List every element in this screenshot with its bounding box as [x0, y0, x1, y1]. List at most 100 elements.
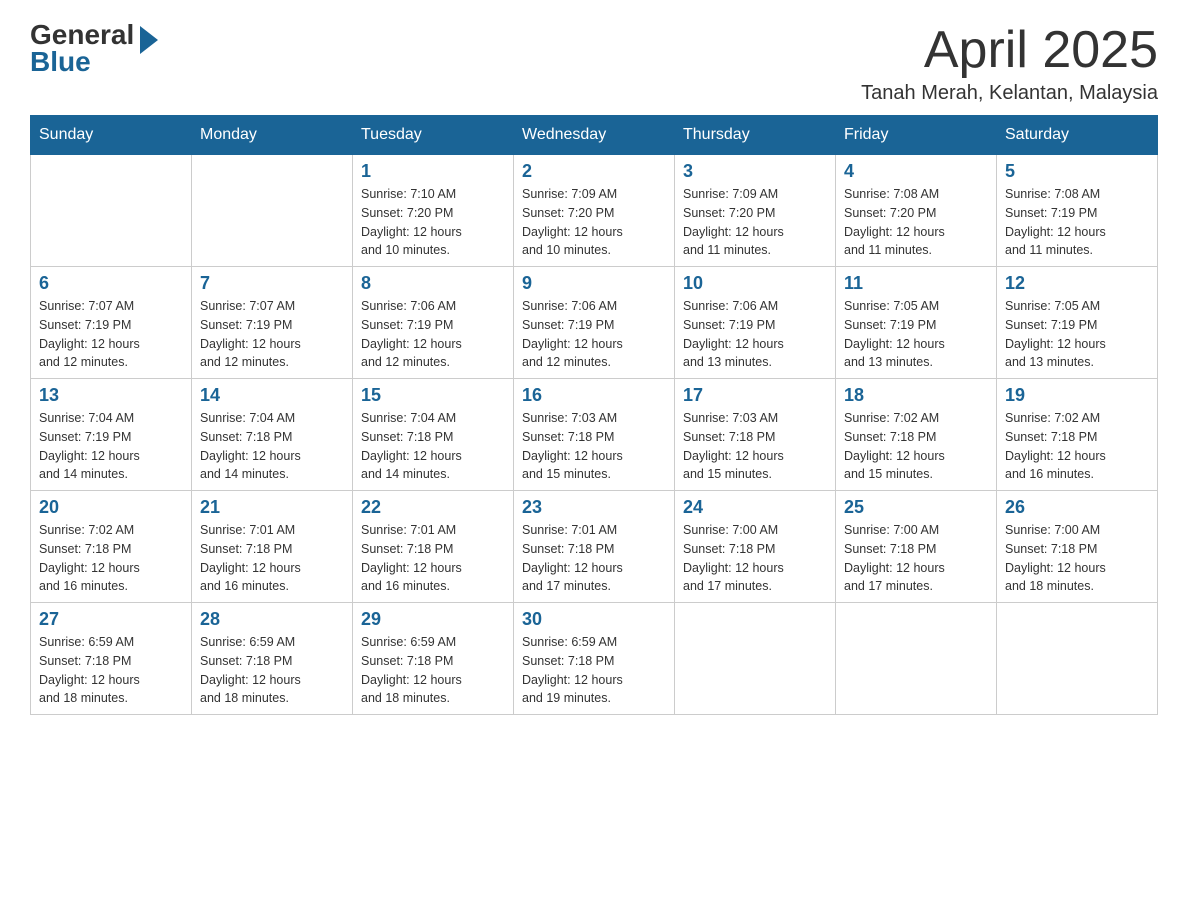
calendar-cell: 22 Sunrise: 7:01 AM Sunset: 7:18 PM Dayli…: [353, 491, 514, 603]
day-info: Sunrise: 7:08 AM Sunset: 7:20 PM Dayligh…: [844, 185, 988, 260]
day-info: Sunrise: 7:06 AM Sunset: 7:19 PM Dayligh…: [683, 297, 827, 372]
calendar-cell: 27Sunrise: 6:59 AM Sunset: 7:18 PM Dayli…: [31, 603, 192, 715]
day-info: Sunrise: 7:04 AM Sunset: 7:18 PM Dayligh…: [200, 409, 344, 484]
calendar-cell: 3Sunrise: 7:09 AM Sunset: 7:20 PM Daylig…: [675, 155, 836, 267]
day-number: 20: [39, 497, 183, 518]
day-number: 8: [361, 273, 505, 294]
day-info: Sunrise: 7:07 AM Sunset: 7:19 PM Dayligh…: [200, 297, 344, 372]
day-info: Sunrise: 7:01 AM Sunset: 7:18 PM Dayligh…: [361, 521, 505, 596]
calendar-cell: 19 Sunrise: 7:02 AM Sunset: 7:18 PM Dayli…: [997, 379, 1158, 491]
calendar-cell: 28Sunrise: 6:59 AM Sunset: 7:18 PM Dayli…: [192, 603, 353, 715]
day-number: 9: [522, 273, 666, 294]
day-info: Sunrise: 7:00 AM Sunset: 7:18 PM Dayligh…: [683, 521, 827, 596]
day-number: 6: [39, 273, 183, 294]
day-number: 5: [1005, 161, 1149, 182]
day-number: 14: [200, 385, 344, 406]
day-number: 25: [844, 497, 988, 518]
col-monday: Monday: [192, 116, 353, 155]
calendar-cell: 12 Sunrise: 7:05 AM Sunset: 7:19 PM Dayli…: [997, 267, 1158, 379]
calendar-cell: 10 Sunrise: 7:06 AM Sunset: 7:19 PM Dayli…: [675, 267, 836, 379]
col-friday: Friday: [836, 116, 997, 155]
day-info: Sunrise: 7:02 AM Sunset: 7:18 PM Dayligh…: [844, 409, 988, 484]
day-info: Sunrise: 7:06 AM Sunset: 7:19 PM Dayligh…: [522, 297, 666, 372]
day-number: 30: [522, 609, 666, 630]
calendar-week-row: 13Sunrise: 7:04 AM Sunset: 7:19 PM Dayli…: [31, 379, 1158, 491]
calendar-header-row: Sunday Monday Tuesday Wednesday Thursday…: [31, 116, 1158, 155]
calendar-cell: 8 Sunrise: 7:06 AM Sunset: 7:19 PM Daylig…: [353, 267, 514, 379]
day-info: Sunrise: 7:00 AM Sunset: 7:18 PM Dayligh…: [844, 521, 988, 596]
day-info: Sunrise: 6:59 AM Sunset: 7:18 PM Dayligh…: [522, 633, 666, 708]
calendar-cell: 24 Sunrise: 7:00 AM Sunset: 7:18 PM Dayli…: [675, 491, 836, 603]
day-info: Sunrise: 7:05 AM Sunset: 7:19 PM Dayligh…: [1005, 297, 1149, 372]
title-section: April 2025 Tanah Merah, Kelantan, Malays…: [861, 20, 1158, 105]
location-subtitle: Tanah Merah, Kelantan, Malaysia: [861, 82, 1158, 105]
col-sunday: Sunday: [31, 116, 192, 155]
day-info: Sunrise: 6:59 AM Sunset: 7:18 PM Dayligh…: [361, 633, 505, 708]
calendar-cell: 6 Sunrise: 7:07 AM Sunset: 7:19 PM Daylig…: [31, 267, 192, 379]
day-info: Sunrise: 7:05 AM Sunset: 7:19 PM Dayligh…: [844, 297, 988, 372]
day-number: 15: [361, 385, 505, 406]
month-year-title: April 2025: [861, 20, 1158, 80]
calendar-cell: 9 Sunrise: 7:06 AM Sunset: 7:19 PM Daylig…: [514, 267, 675, 379]
day-info: Sunrise: 7:03 AM Sunset: 7:18 PM Dayligh…: [683, 409, 827, 484]
day-info: Sunrise: 7:02 AM Sunset: 7:18 PM Dayligh…: [1005, 409, 1149, 484]
day-number: 3: [683, 161, 827, 182]
calendar-cell: 21 Sunrise: 7:01 AM Sunset: 7:18 PM Dayli…: [192, 491, 353, 603]
day-number: 7: [200, 273, 344, 294]
calendar-week-row: 20 Sunrise: 7:02 AM Sunset: 7:18 PM Dayli…: [31, 491, 1158, 603]
col-wednesday: Wednesday: [514, 116, 675, 155]
day-number: 28: [200, 609, 344, 630]
day-number: 17: [683, 385, 827, 406]
day-info: Sunrise: 7:06 AM Sunset: 7:19 PM Dayligh…: [361, 297, 505, 372]
calendar-cell: 20 Sunrise: 7:02 AM Sunset: 7:18 PM Dayli…: [31, 491, 192, 603]
day-number: 12: [1005, 273, 1149, 294]
day-number: 16: [522, 385, 666, 406]
col-tuesday: Tuesday: [353, 116, 514, 155]
calendar-cell: 5 Sunrise: 7:08 AM Sunset: 7:19 PM Daylig…: [997, 155, 1158, 267]
calendar-cell: 16Sunrise: 7:03 AM Sunset: 7:18 PM Dayli…: [514, 379, 675, 491]
day-number: 19: [1005, 385, 1149, 406]
calendar-week-row: 1 Sunrise: 7:10 AM Sunset: 7:20 PM Daylig…: [31, 155, 1158, 267]
calendar-cell: 7 Sunrise: 7:07 AM Sunset: 7:19 PM Daylig…: [192, 267, 353, 379]
day-number: 1: [361, 161, 505, 182]
day-info: Sunrise: 7:09 AM Sunset: 7:20 PM Dayligh…: [522, 185, 666, 260]
calendar-cell: 11 Sunrise: 7:05 AM Sunset: 7:19 PM Dayli…: [836, 267, 997, 379]
day-info: Sunrise: 7:07 AM Sunset: 7:19 PM Dayligh…: [39, 297, 183, 372]
day-info: Sunrise: 7:00 AM Sunset: 7:18 PM Dayligh…: [1005, 521, 1149, 596]
day-info: Sunrise: 7:01 AM Sunset: 7:18 PM Dayligh…: [522, 521, 666, 596]
col-saturday: Saturday: [997, 116, 1158, 155]
calendar-cell: [192, 155, 353, 267]
calendar-cell: [675, 603, 836, 715]
day-number: 23: [522, 497, 666, 518]
day-info: Sunrise: 7:08 AM Sunset: 7:19 PM Dayligh…: [1005, 185, 1149, 260]
day-number: 24: [683, 497, 827, 518]
day-info: Sunrise: 7:02 AM Sunset: 7:18 PM Dayligh…: [39, 521, 183, 596]
day-info: Sunrise: 7:01 AM Sunset: 7:18 PM Dayligh…: [200, 521, 344, 596]
day-number: 22: [361, 497, 505, 518]
calendar-cell: 29 Sunrise: 6:59 AM Sunset: 7:18 PM Dayli…: [353, 603, 514, 715]
calendar-week-row: 27 Sunrise: 6:59 AM Sunset: 7:18 PM Dayli…: [31, 603, 1158, 715]
calendar-cell: [31, 155, 192, 267]
day-info: Sunrise: 7:10 AM Sunset: 7:20 PM Dayligh…: [361, 185, 505, 260]
day-number: 21: [200, 497, 344, 518]
day-number: 10: [683, 273, 827, 294]
day-number: 4: [844, 161, 988, 182]
calendar-cell: 14 Sunrise: 7:04 AM Sunset: 7:18 PM Dayli…: [192, 379, 353, 491]
calendar-cell: [836, 603, 997, 715]
calendar-cell: 1 Sunrise: 7:10 AM Sunset: 7:20 PM Daylig…: [353, 155, 514, 267]
day-number: 18: [844, 385, 988, 406]
calendar-cell: 18 Sunrise: 7:02 AM Sunset: 7:18 PM Dayli…: [836, 379, 997, 491]
logo: General Blue: [30, 20, 160, 78]
day-number: 27: [39, 609, 183, 630]
day-number: 26: [1005, 497, 1149, 518]
calendar-cell: 26 Sunrise: 7:00 AM Sunset: 7:18 PM Dayli…: [997, 491, 1158, 603]
page-header: General Blue April 2025 Tanah Merah, Kel…: [30, 20, 1158, 105]
day-number: 29: [361, 609, 505, 630]
day-info: Sunrise: 7:04 AM Sunset: 7:19 PM Dayligh…: [39, 409, 183, 484]
col-thursday: Thursday: [675, 116, 836, 155]
calendar-cell: 30 Sunrise: 6:59 AM Sunset: 7:18 PM Dayli…: [514, 603, 675, 715]
calendar-week-row: 6 Sunrise: 7:07 AM Sunset: 7:19 PM Daylig…: [31, 267, 1158, 379]
day-number: 11: [844, 273, 988, 294]
calendar-cell: 4 Sunrise: 7:08 AM Sunset: 7:20 PM Daylig…: [836, 155, 997, 267]
logo-blue-text: Blue: [30, 47, 134, 78]
